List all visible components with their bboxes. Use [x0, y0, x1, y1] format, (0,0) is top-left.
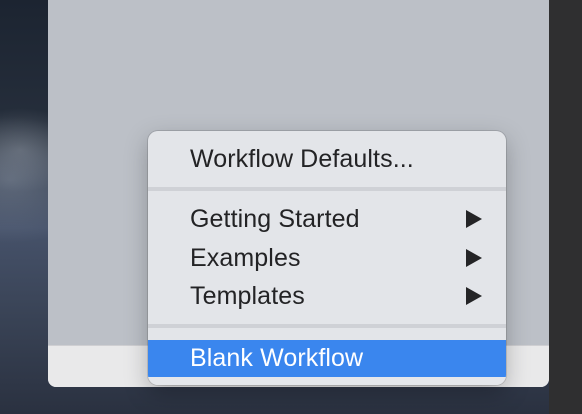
menu-item-getting-started[interactable]: Getting Started — [148, 201, 506, 237]
submenu-arrow-icon — [466, 210, 482, 228]
menu-item-examples[interactable]: Examples — [148, 240, 506, 276]
menu-item-label: Templates — [190, 281, 305, 310]
menu-item-templates[interactable]: Templates — [148, 278, 506, 314]
menu-item-workflow-defaults[interactable]: Workflow Defaults... — [148, 141, 506, 177]
menu-item-label: Getting Started — [190, 204, 360, 233]
adjacent-window-edge — [549, 0, 582, 414]
menu-item-label: Blank Workflow — [190, 344, 364, 372]
menu-item-label: Workflow Defaults... — [190, 144, 414, 173]
submenu-arrow-icon — [466, 287, 482, 305]
menu-item-blank-workflow[interactable]: Blank Workflow — [148, 340, 506, 377]
submenu-arrow-icon — [466, 249, 482, 267]
menu-separator — [148, 187, 506, 191]
menu-separator — [148, 324, 506, 328]
new-workflow-menu: Workflow Defaults... Getting Started Exa… — [148, 131, 506, 385]
menu-item-label: Examples — [190, 243, 301, 272]
